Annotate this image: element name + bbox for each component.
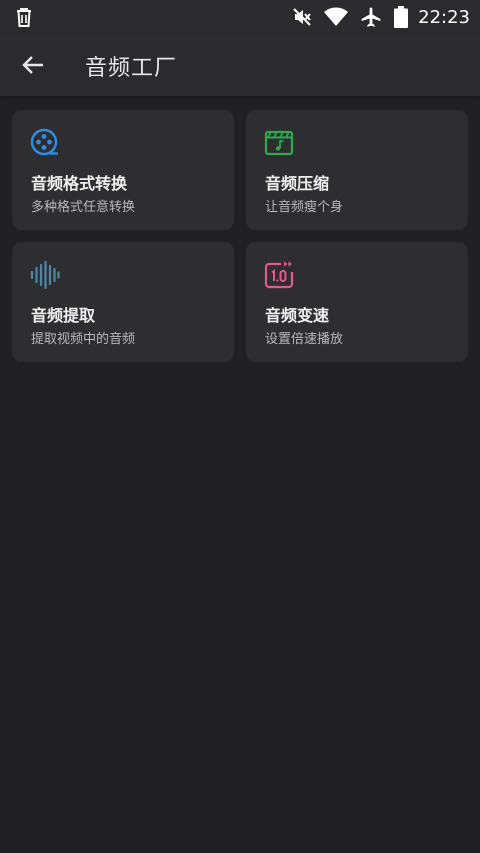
film-reel-icon [30, 128, 60, 158]
card-title: 音频提取 [31, 306, 96, 325]
card-title: 音频格式转换 [31, 174, 128, 193]
app-bar: 音频工厂 [0, 34, 480, 96]
card-extract[interactable]: 音频提取 提取视频中的音频 [12, 242, 234, 362]
card-subtitle: 设置倍速播放 [265, 332, 344, 347]
waveform-icon [30, 260, 60, 290]
clock: 22:23 [418, 6, 470, 28]
card-subtitle: 让音频瘦个身 [265, 200, 344, 215]
music-clapper-icon [264, 128, 294, 158]
mute-icon [292, 6, 312, 28]
wifi-icon [324, 6, 349, 28]
card-format-convert[interactable]: 音频格式转换 多种格式任意转换 [12, 110, 234, 230]
card-compress[interactable]: 音频压缩 让音频瘦个身 [246, 110, 468, 230]
card-title: 音频变速 [265, 306, 330, 325]
page-title: 音频工厂 [85, 56, 178, 81]
card-subtitle: 多种格式任意转换 [31, 200, 136, 215]
card-speed[interactable]: 音频变速 设置倍速播放 [246, 242, 468, 362]
card-subtitle: 提取视频中的音频 [31, 332, 136, 347]
back-button[interactable] [14, 48, 52, 82]
card-title: 音频压缩 [265, 174, 330, 193]
trash-icon [14, 6, 34, 28]
status-bar: 22:23 [0, 0, 480, 34]
airplane-icon [360, 6, 382, 28]
battery-icon [394, 6, 409, 28]
speed-1-0-icon [264, 260, 294, 290]
arrow-left-icon [22, 56, 43, 74]
